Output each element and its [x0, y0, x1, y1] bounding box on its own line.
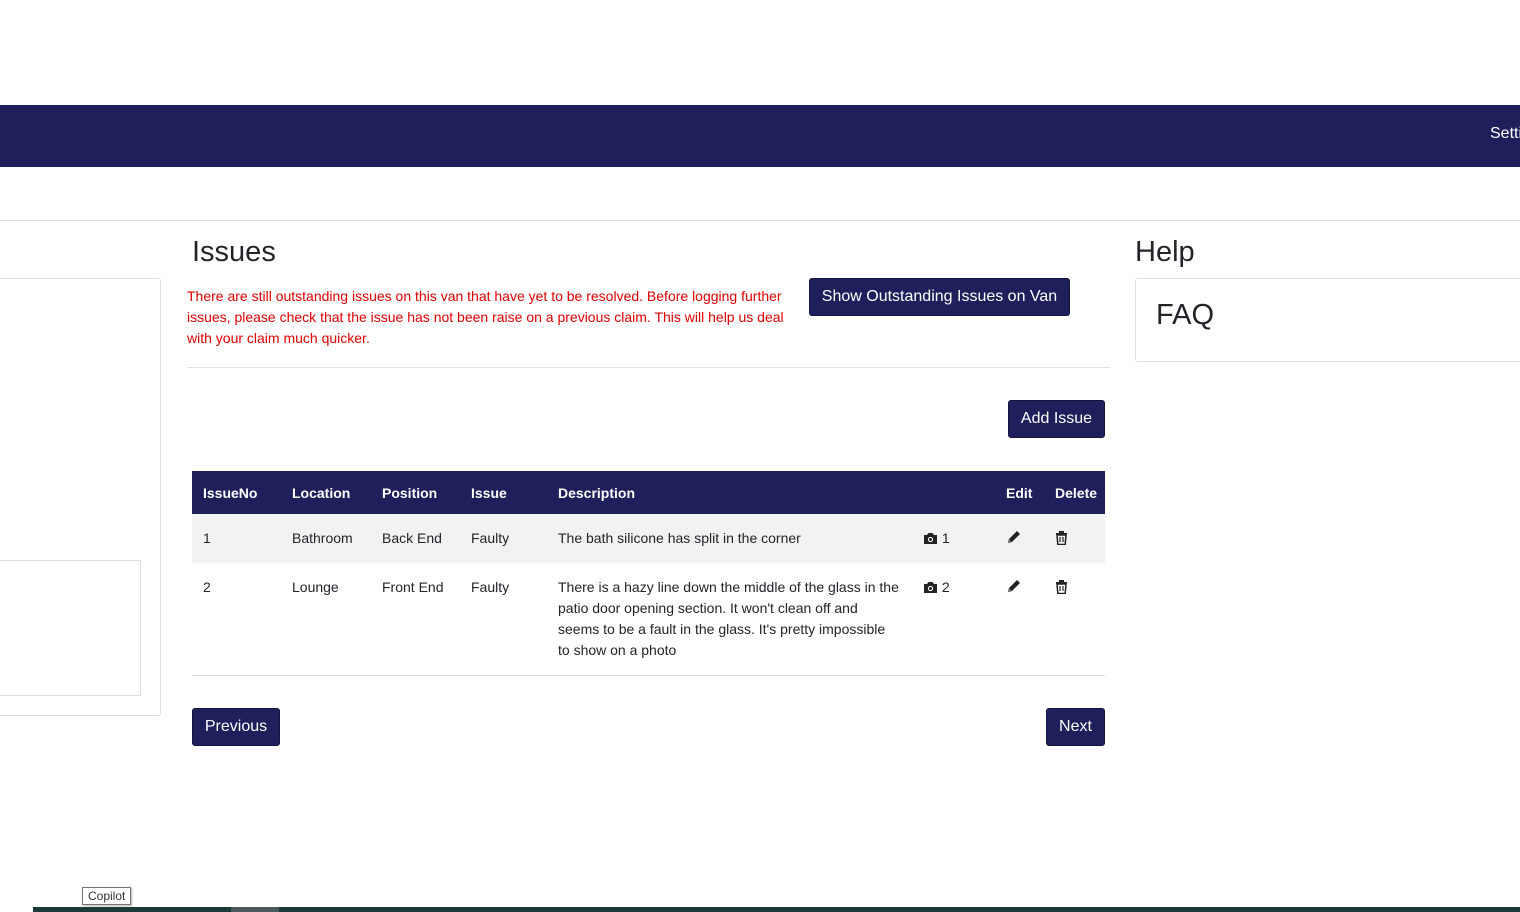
pencil-icon[interactable]	[1006, 528, 1022, 549]
taskbar-active-item[interactable]	[231, 907, 279, 912]
trash-icon[interactable]	[1055, 577, 1068, 598]
table-header-row: IssueNo Location Position Issue Descript…	[192, 471, 1105, 514]
pencil-icon[interactable]	[1006, 577, 1022, 598]
cell-delete[interactable]	[1044, 563, 1105, 676]
cell-description: The bath silicone has split in the corne…	[547, 514, 912, 563]
col-header-description: Description	[547, 471, 912, 514]
top-navbar: Setti	[0, 105, 1520, 167]
nav-settings-link[interactable]: Setti	[1490, 125, 1520, 143]
col-header-position: Position	[371, 471, 460, 514]
cell-position: Front End	[371, 563, 460, 676]
camera-icon[interactable]	[923, 530, 938, 546]
outstanding-issues-warning: There are still outstanding issues on th…	[187, 288, 784, 346]
cell-location: Bathroom	[281, 514, 371, 563]
cell-location: Lounge	[281, 563, 371, 676]
divider	[0, 220, 1520, 221]
left-panel-inner-box	[0, 560, 141, 696]
photo-count: 1	[941, 530, 950, 546]
cell-delete[interactable]	[1044, 514, 1105, 563]
camera-icon[interactable]	[923, 579, 938, 595]
cell-photos[interactable]: 2	[912, 563, 995, 676]
cell-position: Back End	[371, 514, 460, 563]
faq-card: FAQ	[1135, 278, 1520, 362]
issues-table: IssueNo Location Position Issue Descript…	[192, 471, 1105, 676]
col-header-location: Location	[281, 471, 371, 514]
show-outstanding-issues-button[interactable]: Show Outstanding Issues on Van	[809, 278, 1070, 316]
cell-edit[interactable]	[995, 514, 1044, 563]
copilot-tooltip: Copilot	[82, 887, 132, 905]
cell-issueno: 2	[192, 563, 281, 676]
cell-issue: Faulty	[460, 563, 547, 676]
table-row: 1 Bathroom Back End Faulty The bath sili…	[192, 514, 1105, 563]
faq-title[interactable]: FAQ	[1156, 299, 1214, 332]
cell-issueno: 1	[192, 514, 281, 563]
col-header-photos	[912, 471, 995, 514]
cell-edit[interactable]	[995, 563, 1044, 676]
trash-icon[interactable]	[1055, 528, 1068, 549]
issues-heading: Issues	[192, 236, 276, 268]
add-issue-button[interactable]: Add Issue	[1008, 400, 1105, 438]
divider	[187, 367, 1110, 368]
col-header-issue: Issue	[460, 471, 547, 514]
col-header-edit: Edit	[995, 471, 1044, 514]
help-heading: Help	[1135, 236, 1195, 268]
photo-count: 2	[941, 579, 950, 595]
cell-description: There is a hazy line down the middle of …	[547, 563, 912, 676]
cell-photos[interactable]: 1	[912, 514, 995, 563]
cell-issue: Faulty	[460, 514, 547, 563]
col-header-issueno: IssueNo	[192, 471, 281, 514]
table-row: 2 Lounge Front End Faulty There is a haz…	[192, 563, 1105, 676]
previous-button[interactable]: Previous	[192, 708, 280, 746]
col-header-delete: Delete	[1044, 471, 1105, 514]
next-button[interactable]: Next	[1046, 708, 1105, 746]
